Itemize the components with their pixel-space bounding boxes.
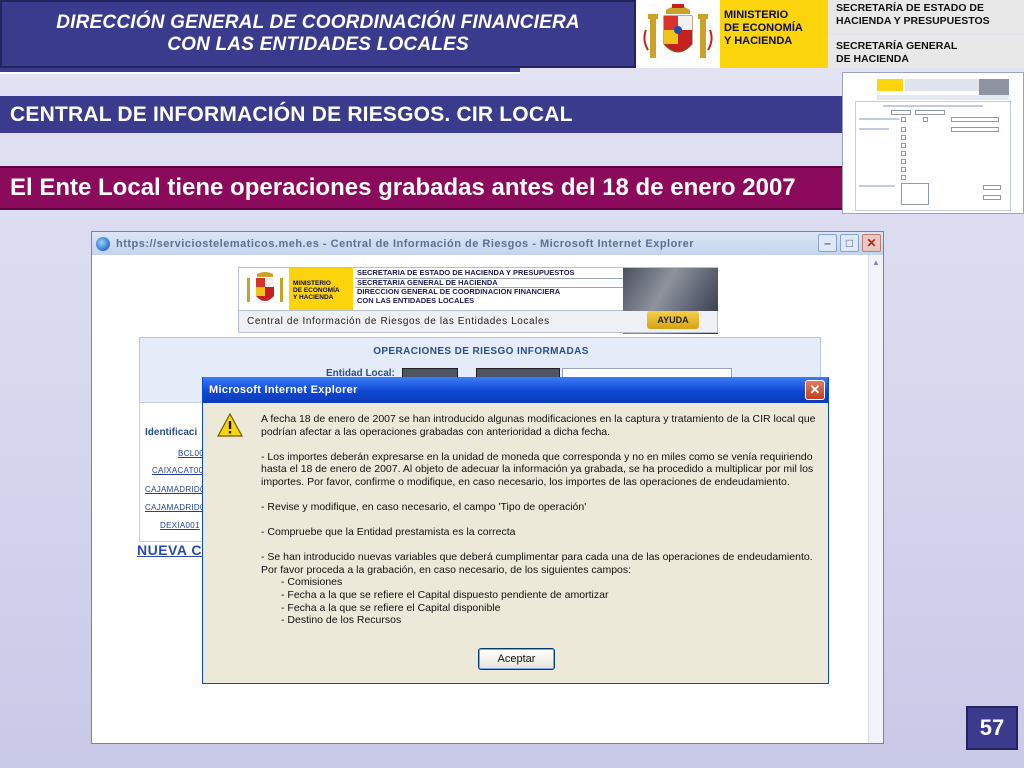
section-title: CENTRAL DE INFORMACIÓN DE RIESGOS. CIR L… (0, 96, 844, 133)
state-secretariat-line-2: HACIENDA Y PRESUPUESTOS (836, 15, 990, 27)
dialog-title: Microsoft Internet Explorer (209, 384, 358, 396)
spain-coat-of-arms-logo (636, 0, 720, 68)
scroll-up-arrow-icon[interactable]: ▲ (871, 258, 881, 268)
entity-link[interactable]: CAIXACAT001 (152, 466, 208, 475)
warning-icon (216, 412, 244, 437)
ministry-line-1: MINISTERIO (724, 9, 789, 21)
state-secretariat-label: SECRETARÍA DE ESTADO DE HACIENDA Y PRESU… (828, 0, 1024, 33)
dialog-paragraph: - Se han introducido nuevas variables qu… (261, 551, 813, 576)
top-banner: DIRECCIÓN GENERAL DE COORDINACIÓN FINANC… (0, 0, 1024, 78)
browser-title-bar[interactable]: https://serviciostelematicos.meh.es - Ce… (92, 232, 883, 255)
browser-title: https://serviciostelematicos.meh.es - Ce… (116, 237, 695, 250)
slide-number-text: 57 (979, 715, 1005, 740)
help-button[interactable]: AYUDA (647, 311, 699, 329)
identification-label: Identificaci (145, 427, 198, 438)
form-thumbnail-image (842, 72, 1024, 214)
ministry-line-3: Y HACIENDA (724, 35, 793, 47)
site-direction-line-2: CON LAS ENTIDADES LOCALES (357, 295, 475, 305)
site-secretariats: SECRETARIA DE ESTADO DE HACIENDA Y PRESU… (355, 268, 623, 309)
section-title-text: CENTRAL DE INFORMACIÓN DE RIESGOS. CIR L… (10, 102, 573, 126)
site-header: MINISTERIO DE ECONOMÍA Y HACIENDA SECRET… (238, 267, 718, 334)
slide-number: 57 (966, 706, 1018, 750)
alert-dialog: Microsoft Internet Explorer ✕ A fecha 18… (202, 377, 829, 684)
dialog-field-item: - Comisiones (281, 576, 343, 589)
site-ministry-line-1: MINISTERIO (293, 280, 331, 287)
state-secretariat-line-1: SECRETARÍA DE ESTADO DE (836, 2, 984, 14)
browser-close-button[interactable]: ✕ (862, 234, 881, 252)
operations-title: OPERACIONES DE RIESGO INFORMADAS (373, 346, 589, 357)
dialog-field-item: - Destino de los Recursos (281, 614, 402, 627)
minimize-button[interactable]: – (818, 234, 837, 252)
dialog-field-item: - Fecha a la que se refiere el Capital d… (281, 601, 501, 614)
site-ministry-label: MINISTERIO DE ECONOMÍA Y HACIENDA (289, 268, 353, 310)
department-title: DIRECCIÓN GENERAL DE COORDINACIÓN FINANC… (0, 0, 636, 68)
dialog-title-bar[interactable]: Microsoft Internet Explorer ✕ (203, 377, 828, 403)
site-subheader-text: Central de Información de Riesgos de las… (247, 316, 550, 327)
site-coat-of-arms-logo (241, 270, 289, 308)
dialog-paragraph: A fecha 18 de enero de 2007 se han intro… (261, 413, 816, 438)
department-title-line-1: DIRECCIÓN GENERAL DE COORDINACIÓN FINANC… (56, 12, 580, 33)
dialog-field-item: - Fecha a la que se refiere el Capital d… (281, 588, 609, 601)
slide-subtitle: El Ente Local tiene operaciones grabadas… (0, 166, 968, 210)
dialog-paragraph: - Compruebe que la Entidad prestamista e… (261, 526, 516, 539)
general-secretariat-line-2: DE HACIENDA (836, 53, 909, 65)
accept-button[interactable]: Aceptar (478, 648, 555, 670)
dialog-close-button[interactable]: ✕ (805, 380, 825, 400)
dialog-paragraph: - Revise y modifique, en caso necesario,… (261, 500, 587, 513)
site-ministry-line-2: DE ECONOMÍA (293, 287, 340, 294)
dialog-paragraph: - Los importes deberán expresarse en la … (261, 450, 814, 488)
site-ministry-line-3: Y HACIENDA (293, 294, 334, 301)
new-operation-link[interactable]: NUEVA C (137, 542, 202, 558)
dialog-message: A fecha 18 de enero de 2007 se han intro… (261, 413, 821, 627)
general-secretariat-label: SECRETARÍA GENERAL DE HACIENDA (828, 35, 1024, 68)
entity-link[interactable]: CAJAMADRID0 (145, 485, 205, 494)
browser-scrollbar[interactable]: ▲ (868, 255, 883, 743)
site-subheader: Central de Información de Riesgos de las… (238, 311, 718, 333)
entity-link[interactable]: DEXIA001 (160, 521, 200, 530)
general-secretariat-line-1: SECRETARÍA GENERAL (836, 40, 958, 52)
ministry-label: MINISTERIO DE ECONOMÍA Y HACIENDA (720, 0, 828, 68)
maximize-button[interactable]: □ (840, 234, 859, 252)
ministry-line-2: DE ECONOMÍA (724, 22, 803, 34)
entity-link[interactable]: CAJAMADRID0 (145, 503, 205, 512)
banner-divider (0, 68, 520, 74)
slide-subtitle-text: El Ente Local tiene operaciones grabadas… (10, 174, 796, 201)
department-title-line-2: CON LAS ENTIDADES LOCALES (167, 34, 469, 55)
internet-explorer-icon (96, 236, 110, 251)
